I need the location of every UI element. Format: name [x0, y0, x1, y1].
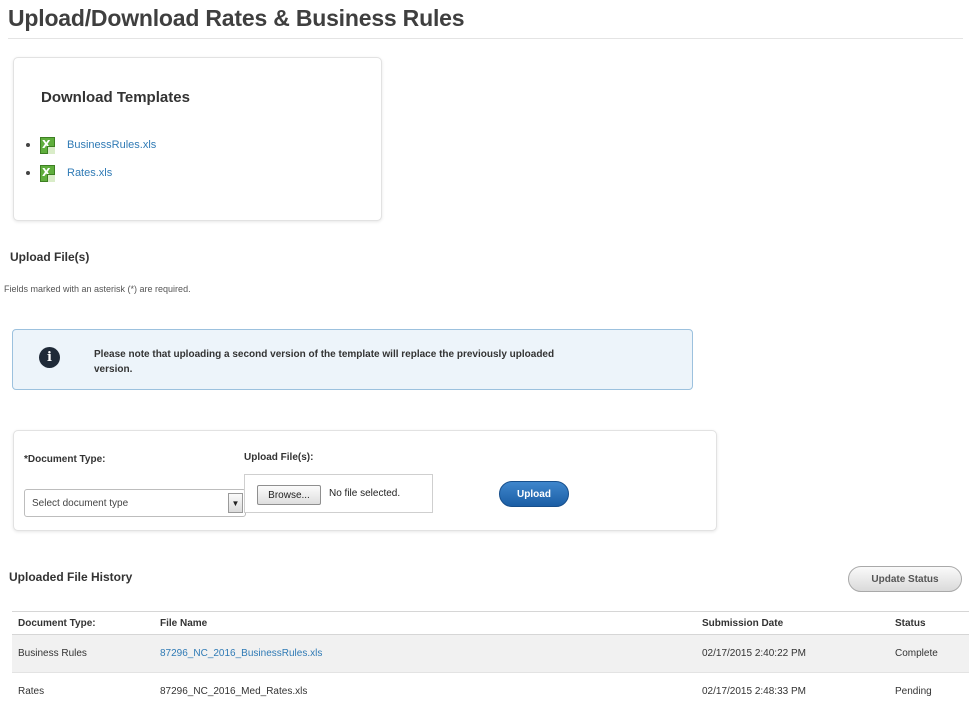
upload-form-card: *Document Type: Select document type ▼ U… — [13, 430, 717, 531]
excel-file-icon — [40, 164, 55, 182]
row-submission-date: 02/17/2015 2:48:33 PM — [696, 672, 889, 710]
template-list: BusinessRules.xls Rates.xls — [26, 131, 156, 187]
row-status: Complete — [889, 634, 969, 673]
row-document-type: Business Rules — [12, 634, 154, 673]
upload-button[interactable]: Upload — [499, 481, 569, 507]
bullet — [26, 171, 30, 175]
info-message-text: Please note that uploading a second vers… — [94, 349, 555, 375]
required-fields-note: Fields marked with an asterisk (*) are r… — [4, 284, 191, 294]
upload-files-heading: Upload File(s) — [10, 250, 90, 264]
title-divider — [8, 38, 963, 39]
table-header-row: Document Type: File Name Submission Date… — [12, 611, 969, 635]
row-file-name: 87296_NC_2016_Med_Rates.xls — [154, 672, 696, 710]
uploaded-file-history-table: Document Type: File Name Submission Date… — [12, 611, 969, 710]
business-rules-template-link[interactable]: BusinessRules.xls — [67, 139, 156, 151]
column-header-document-type: Document Type: — [12, 611, 154, 635]
no-file-selected-text: No file selected. — [329, 488, 401, 499]
page-title: Upload/Download Rates & Business Rules — [8, 5, 465, 31]
template-item-rates: Rates.xls — [26, 159, 156, 187]
info-icon: i — [39, 347, 60, 368]
table-row: Business Rules 87296_NC_2016_BusinessRul… — [12, 634, 969, 673]
row-status: Pending — [889, 672, 969, 710]
file-input-box: Browse... No file selected. — [244, 474, 433, 513]
row-document-type: Rates — [12, 672, 154, 710]
column-header-status: Status — [889, 611, 969, 635]
browse-button[interactable]: Browse... — [257, 485, 321, 505]
table-row: Rates 87296_NC_2016_Med_Rates.xls 02/17/… — [12, 672, 969, 710]
info-message-box: i Please note that uploading a second ve… — [12, 329, 693, 390]
file-name-link[interactable]: 87296_NC_2016_BusinessRules.xls — [160, 648, 322, 659]
uploaded-file-history-heading: Uploaded File History — [9, 570, 133, 584]
row-submission-date: 02/17/2015 2:40:22 PM — [696, 634, 889, 673]
document-type-selected-value: Select document type — [32, 497, 129, 509]
download-templates-heading: Download Templates — [41, 89, 190, 106]
template-item-business-rules: BusinessRules.xls — [26, 131, 156, 159]
download-templates-card: Download Templates BusinessRules.xls Rat… — [13, 57, 382, 221]
document-type-label: *Document Type: — [24, 454, 106, 465]
row-file-name: 87296_NC_2016_BusinessRules.xls — [154, 634, 696, 673]
page: Upload/Download Rates & Business Rules D… — [0, 0, 969, 710]
excel-file-icon — [40, 136, 55, 154]
upload-files-label: Upload File(s): — [244, 452, 314, 463]
column-header-submission-date: Submission Date — [696, 611, 889, 635]
update-status-button[interactable]: Update Status — [848, 566, 962, 592]
document-type-select[interactable]: Select document type ▼ — [24, 489, 246, 517]
column-header-file-name: File Name — [154, 611, 696, 635]
rates-template-link[interactable]: Rates.xls — [67, 167, 112, 179]
dropdown-arrow-icon[interactable]: ▼ — [228, 493, 243, 513]
bullet — [26, 143, 30, 147]
